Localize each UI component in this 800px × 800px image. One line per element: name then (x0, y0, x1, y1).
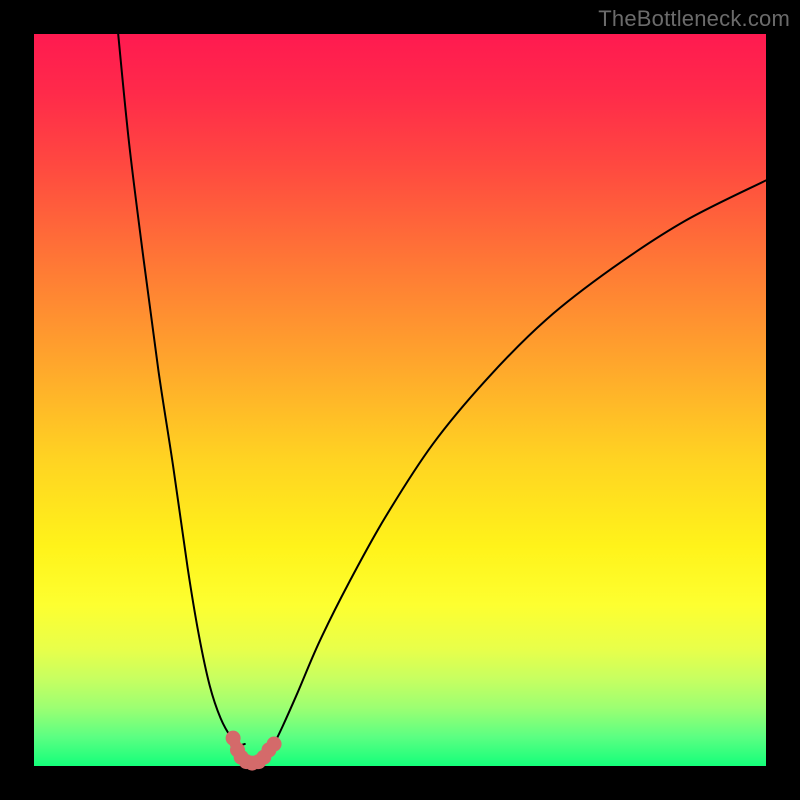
curve-left-branch (118, 34, 245, 745)
plot-area (34, 34, 766, 766)
notch-marker-dot (267, 737, 282, 752)
curve-right-branch (274, 180, 766, 744)
notch-markers (226, 731, 282, 771)
chart-frame: TheBottleneck.com (0, 0, 800, 800)
watermark-text: TheBottleneck.com (598, 6, 790, 32)
chart-svg (34, 34, 766, 766)
